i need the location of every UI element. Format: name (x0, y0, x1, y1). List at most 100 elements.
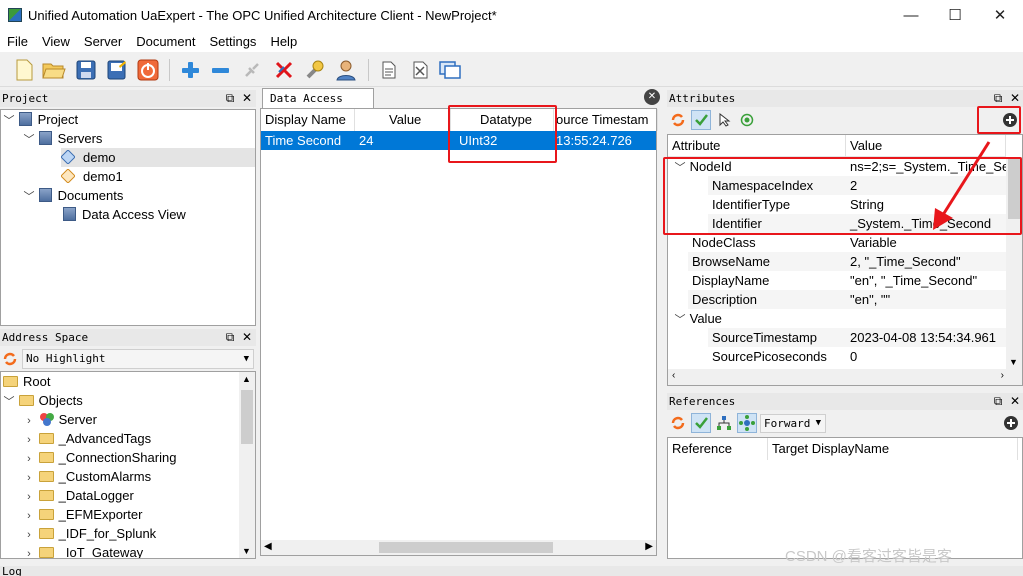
save-as-icon[interactable] (105, 58, 129, 82)
attr-namespaceindex[interactable]: NamespaceIndex (708, 176, 846, 195)
document-icon[interactable] (377, 58, 401, 82)
tree-item-project[interactable]: ﹀ Project (3, 110, 78, 129)
scroll-up-icon[interactable]: ▲ (242, 374, 251, 384)
tree-item-efmexporter[interactable]: › _EFMExporter (23, 505, 142, 524)
dav-hscrollbar[interactable]: ◀ ▶ (261, 540, 656, 555)
tree-item-connectionsharing[interactable]: › _ConnectionSharing (23, 448, 176, 467)
float-icon[interactable]: ⧉ (223, 90, 237, 107)
attr-browsename[interactable]: BrowseName (688, 252, 846, 271)
menu-server[interactable]: Server (77, 34, 129, 49)
tree-item-iot-gateway[interactable]: › _IoT_Gateway (23, 543, 143, 558)
tree-item-advancedtags[interactable]: › _AdvancedTags (23, 429, 151, 448)
tab-data-access-view[interactable]: Data Access View (262, 88, 374, 124)
col-attribute[interactable]: Attribute (668, 135, 846, 157)
col-datatype[interactable]: Datatype (451, 109, 554, 131)
disconnect-icon[interactable] (272, 58, 296, 82)
menu-settings[interactable]: Settings (202, 34, 263, 49)
attr-value[interactable]: ﹀ Value (668, 309, 846, 328)
highlight-select[interactable]: No Highlight ▼ (22, 349, 254, 369)
close-tab-icon[interactable]: ✕ (644, 89, 660, 105)
menu-file[interactable]: File (0, 34, 35, 49)
settings-wrench-icon[interactable] (303, 58, 327, 82)
tree-item-customalarms[interactable]: › _CustomAlarms (23, 467, 151, 486)
attr-nodeclass[interactable]: NodeClass (688, 233, 846, 252)
remove-server-icon[interactable] (208, 58, 232, 82)
cursor-icon[interactable] (715, 110, 735, 130)
add-server-icon[interactable] (178, 58, 202, 82)
close-button[interactable]: ✕ (977, 0, 1023, 30)
attributes-hscrollbar[interactable]: ‹ › (668, 369, 1022, 385)
connect-icon[interactable] (240, 58, 264, 82)
network-icon[interactable] (737, 413, 757, 433)
quit-icon[interactable] (136, 58, 160, 82)
tree-item-demo[interactable]: demo (60, 148, 255, 167)
address-tree-scrollbar[interactable]: ▲ ▼ (239, 372, 255, 558)
scroll-thumb[interactable] (379, 542, 553, 553)
attr-nodeid[interactable]: ﹀ NodeId (668, 157, 846, 176)
chevron-down-icon[interactable]: ﹀ (674, 311, 686, 328)
maximize-button[interactable]: ☐ (932, 0, 978, 30)
menu-help[interactable]: Help (263, 34, 304, 49)
add-column-icon[interactable] (1000, 110, 1020, 130)
tree-item-idf-for-splunk[interactable]: › _IDF_for_Splunk (23, 524, 156, 543)
col-display-name[interactable]: Display Name (261, 109, 355, 131)
refresh-icon[interactable] (668, 110, 688, 130)
close-dock-icon[interactable]: ✕ (1008, 393, 1022, 410)
col-value[interactable]: Value (355, 109, 451, 131)
tree-item-documents[interactable]: ﹀ Documents (23, 186, 123, 205)
scroll-down-icon[interactable]: ▼ (1009, 357, 1018, 367)
monitor-icon[interactable] (737, 110, 757, 130)
scroll-down-icon[interactable]: ▼ (242, 546, 251, 556)
tree-item-demo1[interactable]: demo1 (60, 167, 123, 186)
chevron-down-icon[interactable]: ﹀ (3, 112, 15, 131)
chevron-down-icon[interactable]: ﹀ (674, 159, 686, 176)
float-icon[interactable]: ⧉ (991, 393, 1005, 410)
scroll-left-icon[interactable]: ◀ (264, 541, 272, 552)
tree-item-root[interactable]: Root (3, 372, 50, 391)
new-project-icon[interactable] (12, 58, 36, 82)
open-project-icon[interactable] (42, 58, 66, 82)
remove-document-icon[interactable] (408, 58, 432, 82)
close-dock-icon[interactable]: ✕ (240, 329, 254, 346)
scroll-right-icon[interactable]: ▶ (645, 541, 653, 552)
col-target-displayname[interactable]: Target DisplayName (768, 438, 1018, 460)
chevron-right-icon[interactable]: › (23, 545, 35, 558)
table-row[interactable]: Time Second 24 UInt32 13:55:24.726 (261, 131, 656, 150)
scroll-left-icon[interactable]: ‹ (672, 370, 675, 381)
refresh-icon[interactable] (0, 349, 20, 369)
float-icon[interactable]: ⧉ (223, 329, 237, 346)
attr-sourcepicoseconds[interactable]: SourcePicoseconds (708, 347, 846, 366)
dropdown-arrow-icon[interactable]: ▼ (244, 350, 249, 368)
chevron-down-icon[interactable]: ﹀ (3, 393, 15, 412)
refresh-icon[interactable] (668, 413, 688, 433)
chevron-down-icon[interactable]: ﹀ (23, 131, 35, 150)
check-icon[interactable] (691, 413, 711, 433)
scroll-thumb[interactable] (241, 390, 253, 444)
chevron-down-icon[interactable]: ﹀ (23, 188, 35, 207)
scroll-thumb[interactable] (1008, 157, 1020, 219)
attr-displayname[interactable]: DisplayName (688, 271, 846, 290)
hierarchy-icon[interactable] (714, 413, 734, 433)
add-column-icon[interactable] (1001, 413, 1021, 433)
float-icon[interactable]: ⧉ (991, 90, 1005, 107)
user-icon[interactable] (334, 58, 358, 82)
save-project-icon[interactable] (74, 58, 98, 82)
close-dock-icon[interactable]: ✕ (240, 90, 254, 107)
attr-description[interactable]: Description (688, 290, 846, 309)
scroll-right-icon[interactable]: › (1001, 370, 1004, 381)
direction-select[interactable]: Forward ▼ (760, 414, 826, 433)
window-layout-icon[interactable] (438, 58, 462, 82)
minimize-button[interactable]: — (888, 0, 934, 30)
attr-identifier[interactable]: Identifier (708, 214, 846, 233)
attr-identifiertype[interactable]: IdentifierType (708, 195, 846, 214)
col-reference[interactable]: Reference (668, 438, 768, 460)
tree-item-objects[interactable]: ﹀ Objects (3, 391, 83, 410)
tree-item-data-access-view[interactable]: Data Access View (63, 205, 186, 224)
col-source-timestamp[interactable]: ource Timestam (554, 109, 658, 131)
tree-item-servers[interactable]: ﹀ Servers (23, 129, 102, 148)
tree-item-datalogger[interactable]: › _DataLogger (23, 486, 134, 505)
check-icon[interactable] (691, 110, 711, 130)
menu-document[interactable]: Document (129, 34, 202, 49)
attributes-vscrollbar[interactable]: ▼ (1006, 157, 1022, 369)
close-dock-icon[interactable]: ✕ (1008, 90, 1022, 107)
